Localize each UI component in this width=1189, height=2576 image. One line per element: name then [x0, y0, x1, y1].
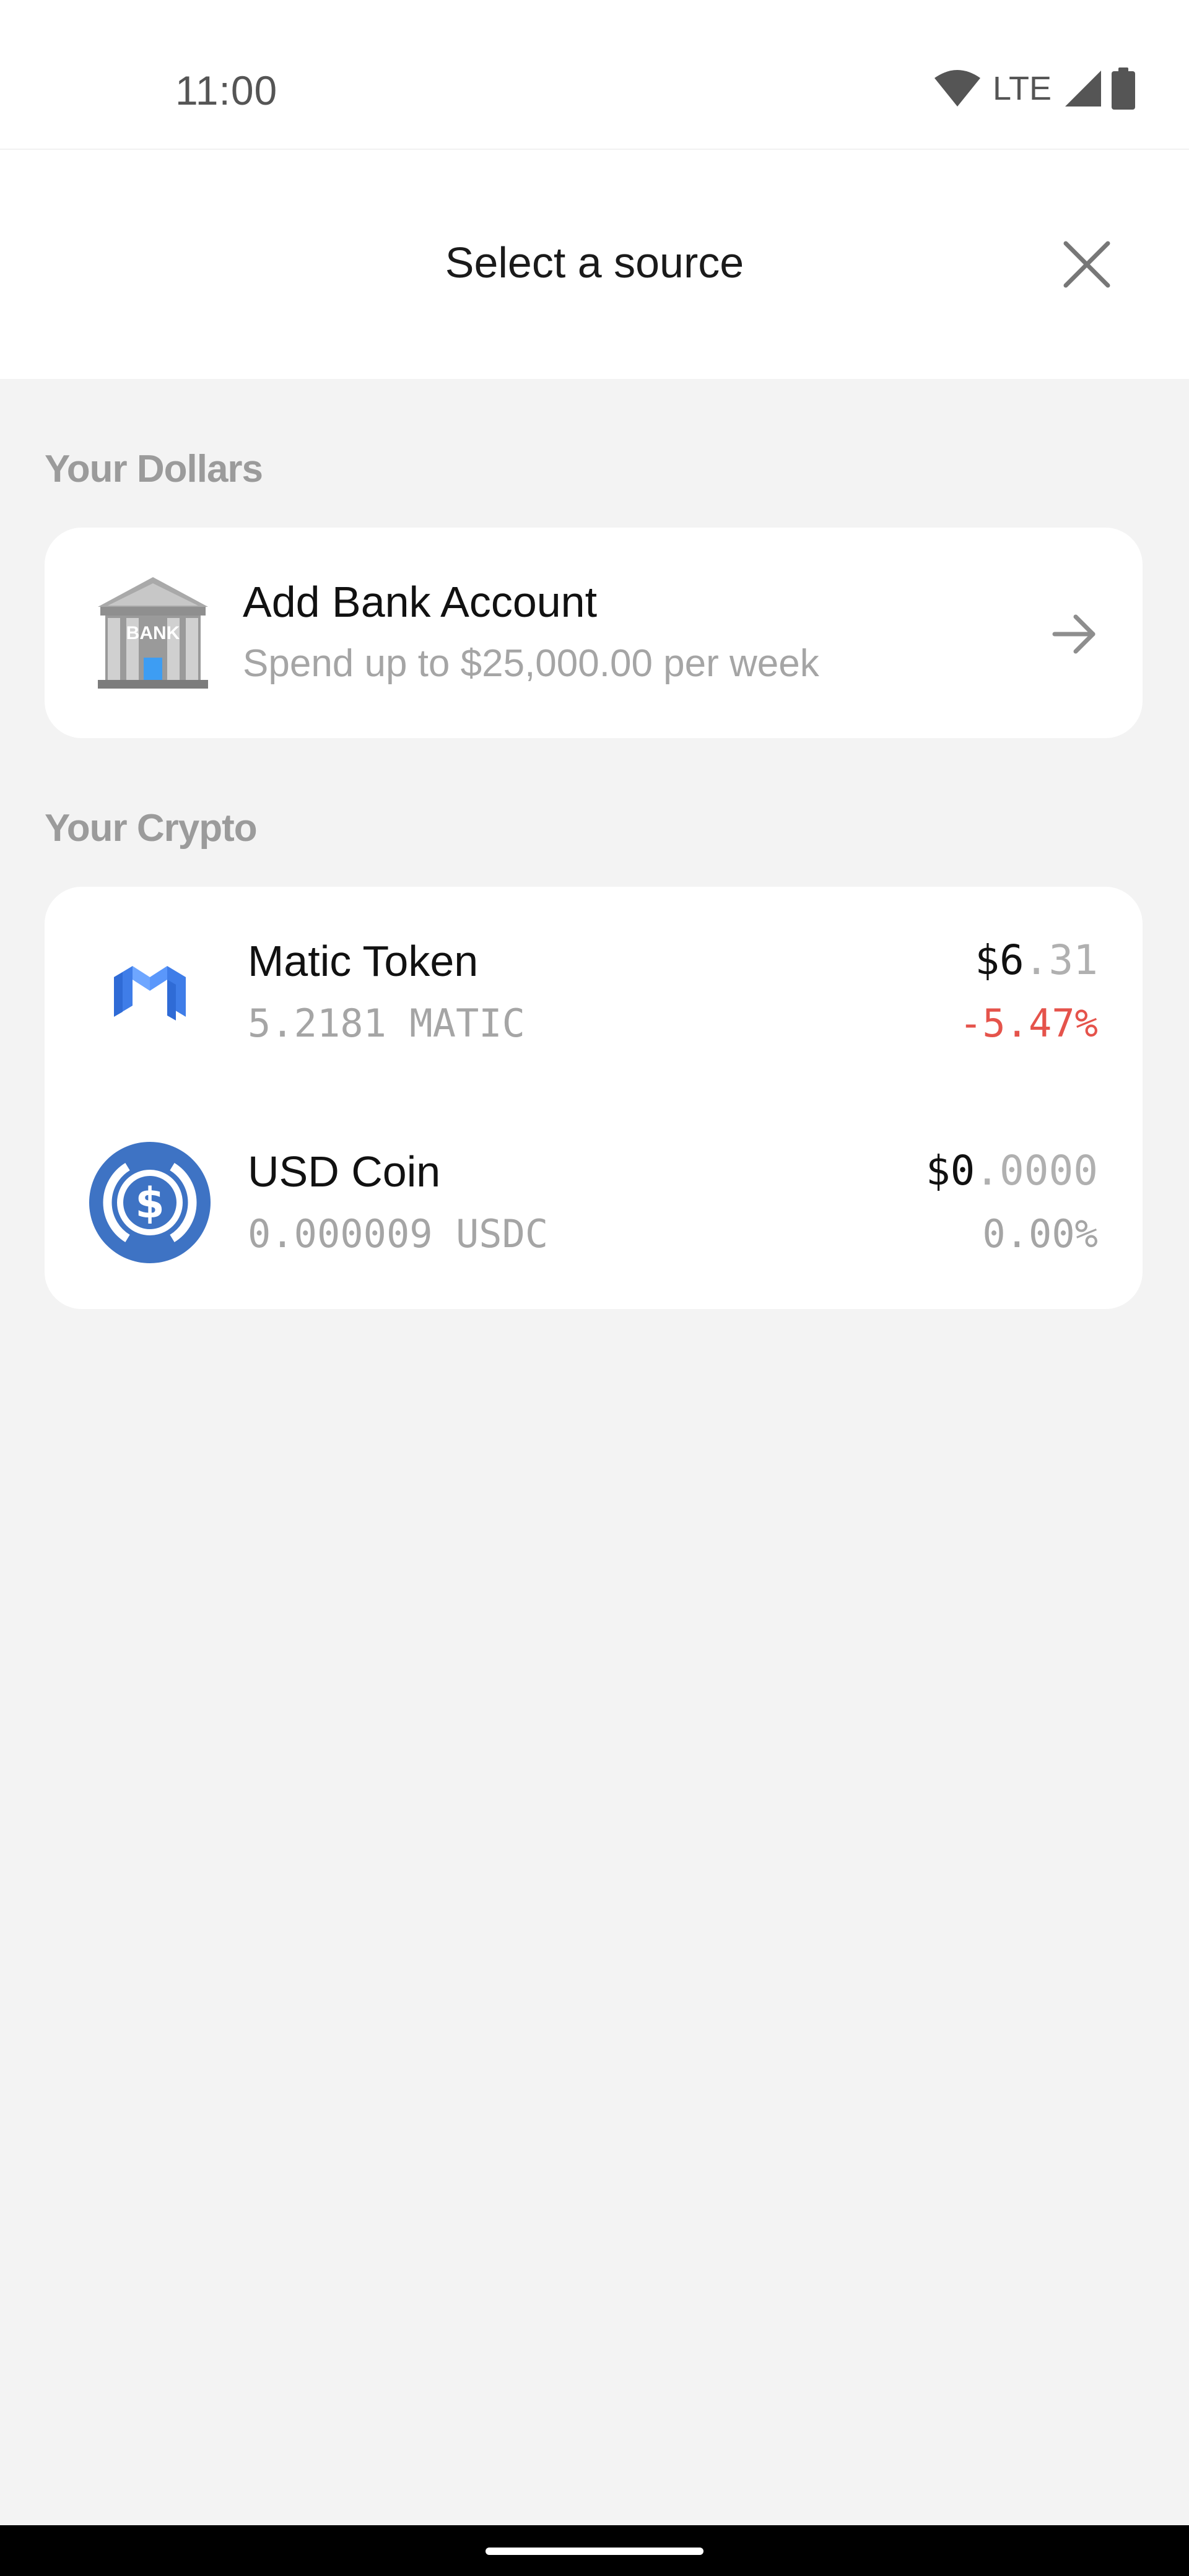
- page-title: Select a source: [445, 238, 744, 287]
- polygon-matic-logo-icon: [114, 966, 186, 1020]
- add-bank-account-card[interactable]: BANK Add Bank Account Spend up to $25,00…: [45, 528, 1143, 738]
- section-label-crypto: Your Crypto: [45, 807, 258, 850]
- svg-text:$: $: [135, 1179, 164, 1228]
- asset-value: $0.0000: [926, 1147, 1098, 1194]
- battery-icon: [1112, 67, 1135, 110]
- bank-subtitle: Spend up to $25,000.00 per week: [243, 642, 819, 685]
- close-icon: [1063, 241, 1110, 288]
- arrow-right-icon: [1052, 614, 1095, 654]
- asset-value-whole: $0: [925, 1147, 975, 1194]
- asset-name: USD Coin: [248, 1147, 441, 1196]
- asset-change: -5.47%: [959, 1001, 1098, 1046]
- status-time: 11:00: [175, 67, 278, 113]
- status-bar: 11:00 LTE: [0, 0, 1189, 150]
- status-icons: LTE: [933, 67, 1136, 110]
- usdc-logo-icon: $: [89, 1142, 211, 1263]
- asset-value-decimal: .31: [1024, 936, 1098, 984]
- bank-building-icon: BANK: [98, 577, 208, 689]
- asset-change: 0.00%: [982, 1211, 1098, 1256]
- asset-value-decimal: .0000: [975, 1147, 1098, 1194]
- home-gesture-handle[interactable]: [486, 2548, 703, 2555]
- asset-value-whole: $6: [975, 936, 1024, 984]
- asset-row-usdc[interactable]: $ USD Coin 0.000009 USDC $0.0000 0.00%: [45, 1097, 1143, 1308]
- asset-name: Matic Token: [248, 937, 479, 985]
- asset-amount: 5.2181 MATIC: [248, 1001, 525, 1046]
- bank-title: Add Bank Account: [243, 578, 598, 626]
- bank-icon-label: BANK: [126, 623, 180, 643]
- section-label-dollars: Your Dollars: [45, 448, 263, 490]
- cellular-signal-icon: [1065, 71, 1101, 107]
- crypto-assets-card: Matic Token 5.2181 MATIC $6.31 -5.47% $ …: [45, 887, 1143, 1309]
- asset-row-matic[interactable]: Matic Token 5.2181 MATIC $6.31 -5.47%: [45, 887, 1143, 1097]
- asset-value: $6.31: [975, 936, 1098, 984]
- system-navigation-bar: [0, 2525, 1189, 2576]
- wifi-icon: [934, 70, 980, 107]
- header: Select a source: [0, 150, 1189, 379]
- close-button[interactable]: [1059, 237, 1115, 292]
- network-type-label: LTE: [992, 70, 1052, 107]
- asset-amount: 0.000009 USDC: [248, 1211, 549, 1256]
